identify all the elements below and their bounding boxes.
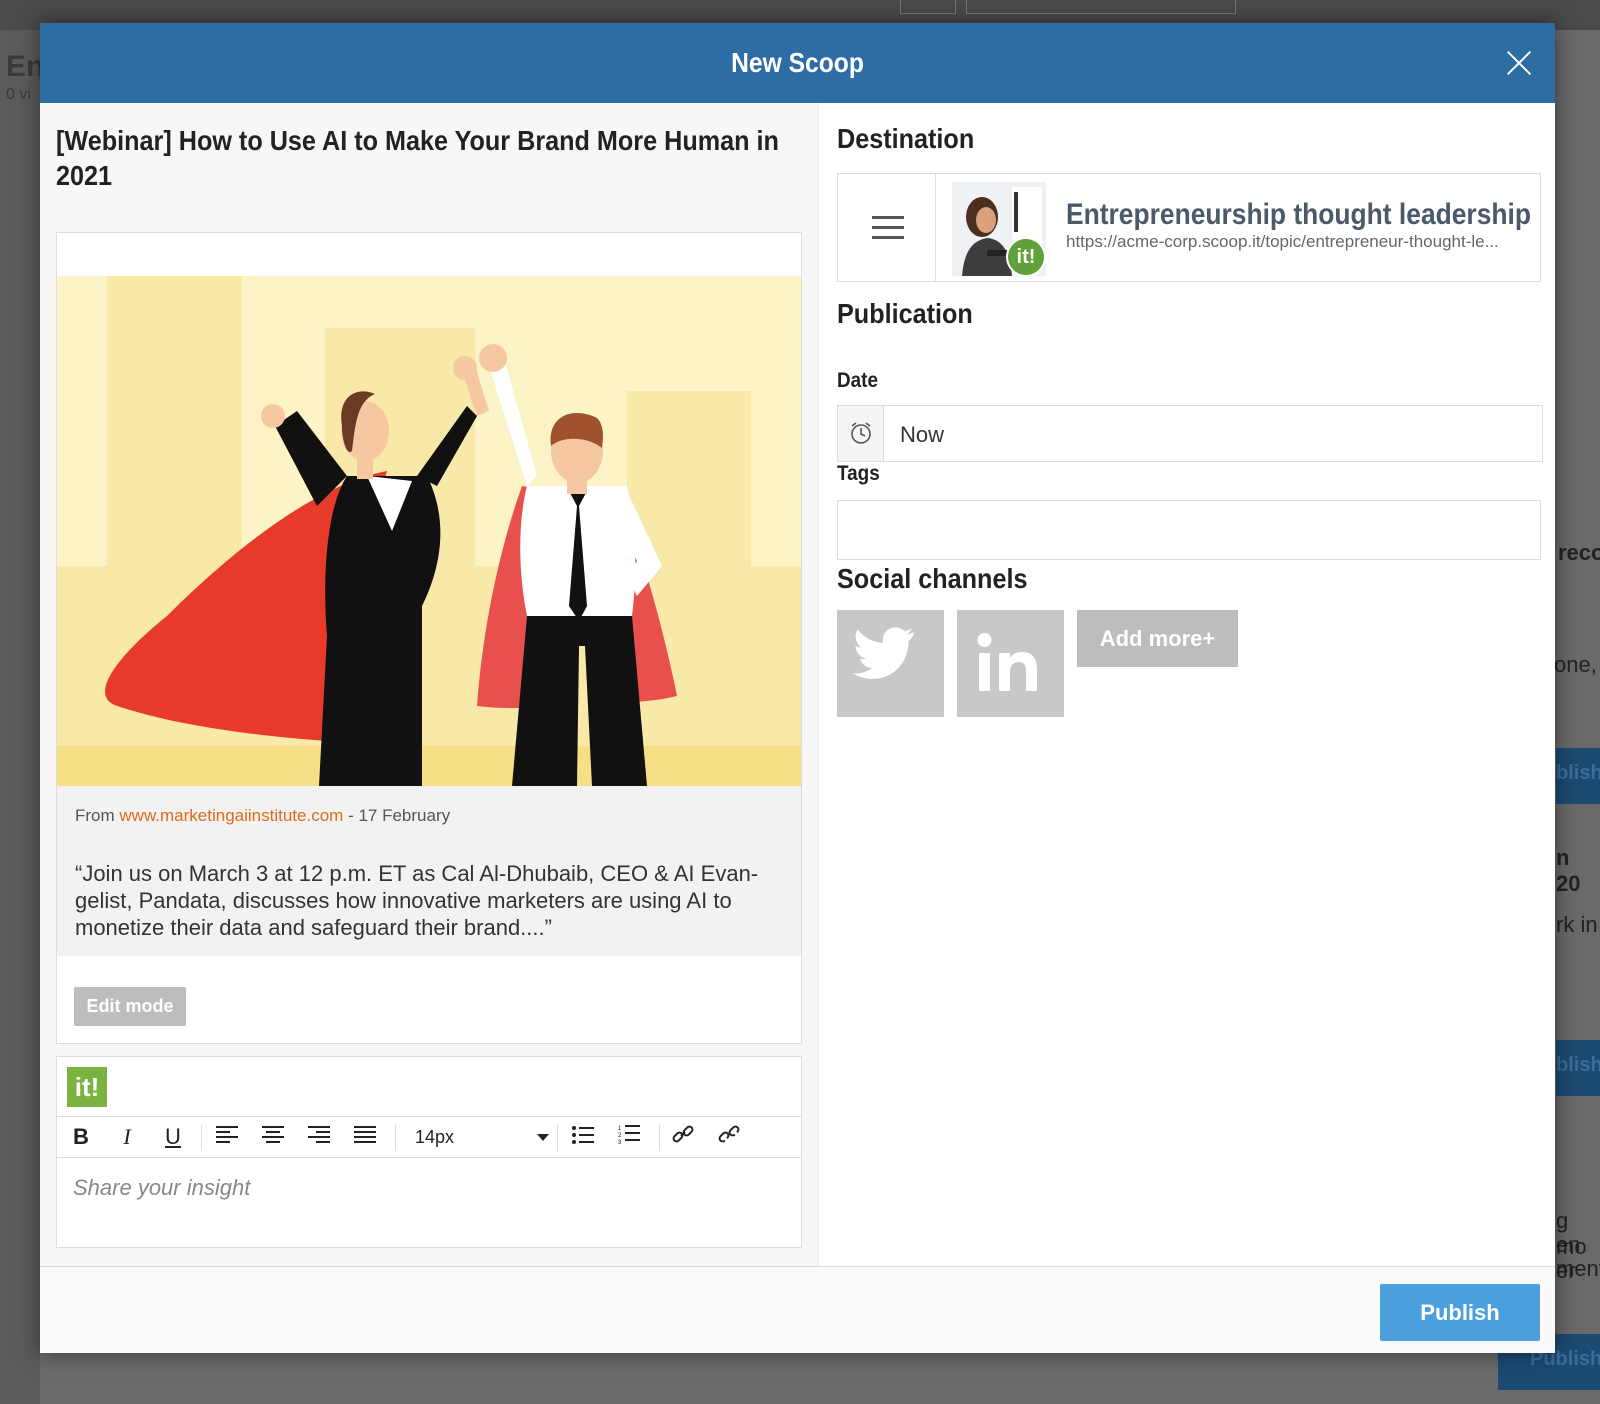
chevron-down-icon — [537, 1134, 549, 1141]
scoop-preview-panel: [Webinar] How to Use AI to Make Your Bra… — [40, 103, 818, 1266]
background-title: En — [6, 50, 45, 83]
bullet-list-icon[interactable] — [569, 1123, 597, 1151]
underline-icon[interactable]: U — [159, 1123, 187, 1151]
bold-icon[interactable]: B — [67, 1123, 95, 1151]
linkedin-icon[interactable] — [957, 610, 1064, 717]
link-icon[interactable] — [669, 1123, 697, 1151]
insight-editor: it! B I U 14px 1 2 3 Share your insight — [56, 1056, 802, 1248]
align-left-icon[interactable] — [213, 1123, 241, 1151]
background-text: rk in — [1556, 912, 1598, 937]
background-publish-button: blish — [1556, 748, 1600, 804]
modal-header: New Scoop — [40, 23, 1555, 103]
destination-heading: Destination — [837, 123, 975, 154]
svg-text:3: 3 — [618, 1140, 622, 1144]
menu-icon[interactable] — [838, 174, 936, 281]
date-field[interactable]: Now — [837, 405, 1543, 462]
new-scoop-modal: New Scoop [Webinar] How to Use AI to Mak… — [40, 23, 1555, 1353]
scoop-image — [57, 276, 801, 786]
background-text: one, — [1554, 652, 1597, 677]
date-value: Now — [900, 422, 945, 447]
edit-mode-button[interactable]: Edit mode — [74, 987, 186, 1026]
modal-title: New Scoop — [731, 47, 864, 78]
source-link[interactable]: www.marketingaiinstitute.com — [119, 806, 343, 825]
date-label: Date — [837, 369, 878, 392]
font-size-value: 14px — [415, 1127, 455, 1147]
from-label: From — [75, 806, 115, 825]
add-more-channels-button[interactable]: Add more+ — [1077, 610, 1238, 667]
publish-button[interactable]: Publish — [1380, 1284, 1540, 1341]
publish-settings-panel: Destination it! Entrepreneurship thought… — [818, 103, 1555, 1266]
tags-input[interactable] — [837, 500, 1541, 560]
align-center-icon[interactable] — [259, 1123, 287, 1151]
topic-name: Entrepreneurship thought leadership — [1066, 198, 1531, 231]
twitter-icon[interactable] — [837, 610, 944, 717]
numbered-list-icon[interactable]: 123 — [615, 1123, 643, 1151]
svg-text:1: 1 — [618, 1126, 622, 1132]
align-justify-icon[interactable] — [351, 1123, 379, 1151]
italic-icon[interactable]: I — [113, 1123, 141, 1151]
align-right-icon[interactable] — [305, 1123, 333, 1151]
modal-footer: Publish — [40, 1266, 1555, 1353]
clock-icon — [838, 406, 884, 461]
scoop-date: - 17 February — [348, 806, 451, 825]
background-text: reco — [1558, 540, 1600, 565]
font-size-select[interactable]: 14px — [415, 1123, 555, 1151]
topic-url: https://acme-corp.scoop.it/topic/entrepr… — [1066, 232, 1499, 251]
background-subtitle: 0 vi — [6, 86, 31, 103]
background-text: ment — [1556, 1256, 1600, 1281]
svg-text:2: 2 — [618, 1133, 622, 1139]
social-channels-heading: Social channels — [837, 563, 1028, 594]
unlink-icon[interactable] — [715, 1123, 743, 1151]
background-text: n 20 — [1556, 845, 1581, 896]
scoopit-logo-icon: it! — [67, 1067, 107, 1107]
scoopit-badge-icon: it! — [1006, 237, 1046, 277]
scoop-meta: From www.marketingaiinstitute.com - 17 F… — [57, 786, 801, 956]
insight-input[interactable]: Share your insight — [73, 1175, 250, 1201]
superhero-illustration — [57, 276, 801, 786]
background-left-strip — [0, 30, 40, 1404]
scoop-quote: “Join us on March 3 at 12 p.m. ET as Cal… — [75, 861, 759, 940]
tags-label: Tags — [837, 462, 880, 485]
destination-selector[interactable]: it! Entrepreneurship thought leadership … — [837, 173, 1541, 282]
publication-heading: Publication — [837, 298, 973, 329]
close-icon[interactable] — [1505, 49, 1533, 77]
scoop-card: From www.marketingaiinstitute.com - 17 F… — [56, 232, 802, 1044]
scoop-source: From www.marketingaiinstitute.com - 17 F… — [75, 806, 450, 826]
background-publish-button: blish — [1556, 1040, 1600, 1096]
editor-toolbar: B I U 14px 1 2 3 — [57, 1116, 801, 1158]
scoop-title: [Webinar] How to Use AI to Make Your Bra… — [56, 125, 779, 191]
